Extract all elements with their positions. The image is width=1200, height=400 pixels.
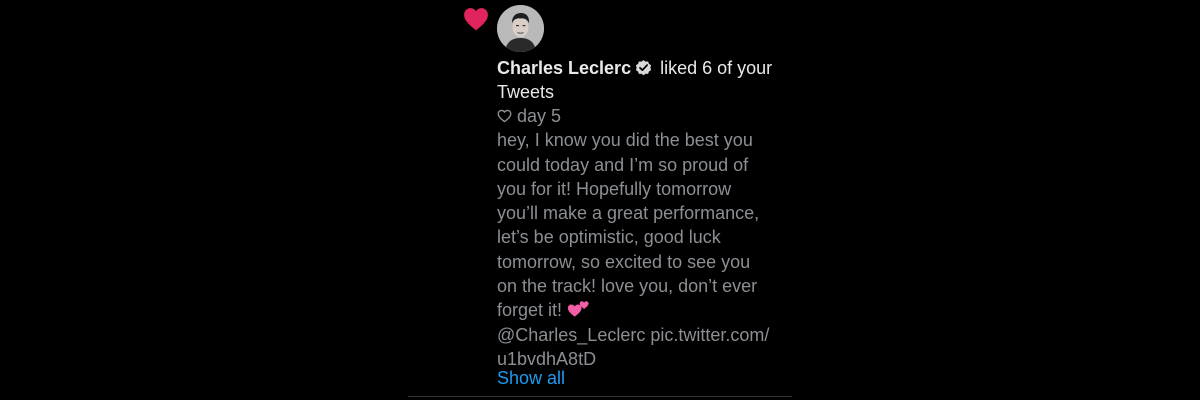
heart-outline-icon	[497, 109, 512, 123]
show-all-link[interactable]: Show all	[497, 366, 565, 390]
notification-headline: Charles Leclerc liked 6 of your Tweets	[497, 56, 797, 104]
avatar-portrait-icon	[497, 5, 544, 52]
verified-badge-icon	[635, 60, 652, 76]
tweet-links[interactable]: @Charles_Leclerc pic.twitter.com/ u1bvdh…	[497, 323, 797, 372]
tweet-title: day 5	[517, 106, 562, 126]
notification-panel: Charles Leclerc liked 6 of your Tweets d…	[0, 0, 1200, 400]
tweet-body-text: hey, I know you did the best you could t…	[497, 130, 760, 321]
two-hearts-emoji-icon	[567, 301, 589, 318]
liked-tweet[interactable]: day 5 hey, I know you did the best you c…	[497, 104, 797, 371]
divider	[408, 396, 792, 397]
notification-text-block: Charles Leclerc liked 6 of your Tweets d…	[497, 56, 797, 371]
tweet-title-row: day 5	[497, 104, 797, 128]
tweet-body: hey, I know you did the best you could t…	[497, 128, 797, 322]
actor-name[interactable]: Charles Leclerc	[497, 58, 631, 78]
heart-icon	[464, 8, 488, 31]
avatar[interactable]	[497, 5, 544, 52]
